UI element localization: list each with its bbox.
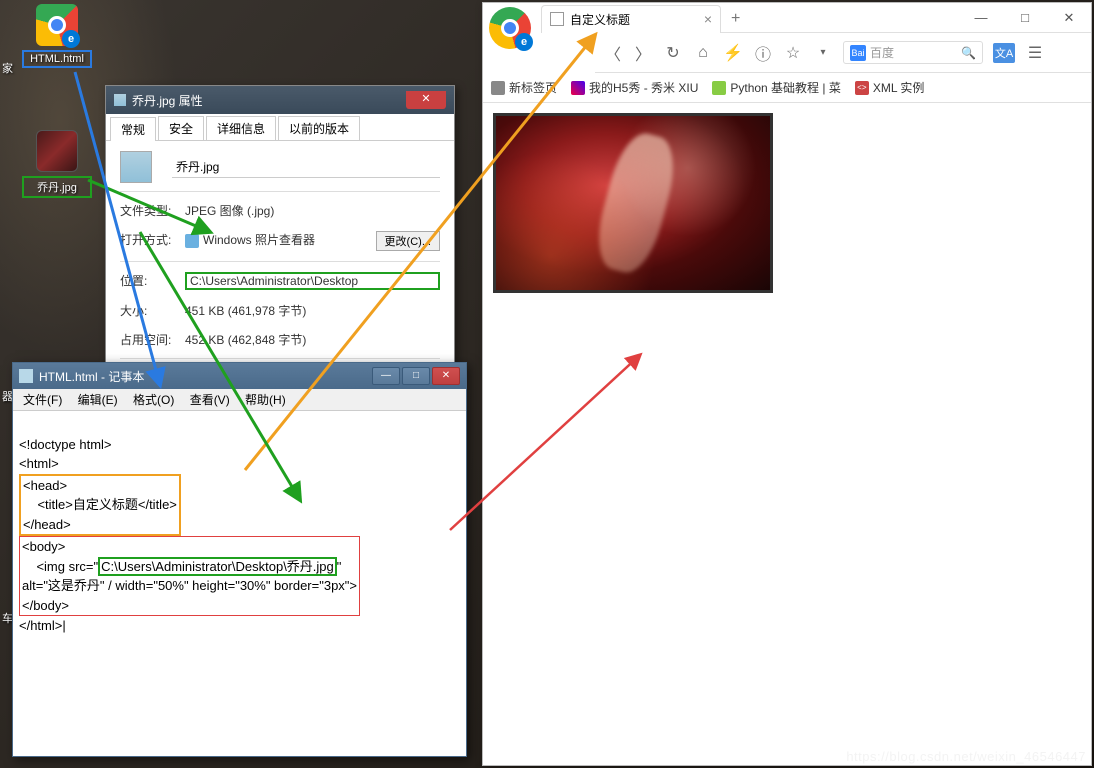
close-button[interactable]: ✕ [1047,4,1091,32]
home-icon[interactable]: ⌂ [693,43,713,63]
menu-icon[interactable]: ☰ [1025,43,1045,63]
desktop-icon-jpg-file[interactable]: 乔丹.jpg [22,130,92,198]
tab-previous[interactable]: 以前的版本 [278,116,360,140]
menu-help[interactable]: 帮助(H) [239,391,292,409]
disk-label: 占用空间: [120,331,185,348]
notepad-window: HTML.html - 记事本 — □ ✕ 文件(F) 编辑(E) 格式(O) … [12,362,467,757]
html-file-label: HTML.html [22,50,92,68]
compat-icon[interactable]: ⚡ [723,43,743,63]
chrome-icon: e [36,4,78,46]
tab-general[interactable]: 常规 [110,117,156,141]
properties-title: 乔丹.jpg 属性 [132,92,203,109]
xml-icon: <> [855,81,869,95]
baidu-icon: Bai [850,45,866,61]
watermark-text: https://blog.csdn.net/weixin_46546447 [846,749,1086,764]
bookmark-new-tab[interactable]: 新标签页 [491,79,557,96]
forward-icon[interactable]: 〉 [633,43,653,63]
rendered-page-image [493,113,773,293]
close-button[interactable]: ✕ [406,91,446,109]
browser-viewport [483,103,1091,303]
menu-edit[interactable]: 编辑(E) [72,391,124,409]
bookmark-h5[interactable]: 我的H5秀 - 秀米 XIU [571,79,698,96]
close-button[interactable]: ✕ [432,367,460,385]
tab-close-icon[interactable]: × [704,11,712,27]
file-icon [114,94,126,106]
menu-format[interactable]: 格式(O) [127,391,180,409]
opens-value: Windows 照片查看器 [185,231,376,251]
filetype-value: JPEG 图像 (.jpg) [185,202,440,219]
bookmark-python[interactable]: Python 基础教程 | 菜 [712,79,840,96]
change-button[interactable]: 更改(C)... [376,231,440,251]
page-icon [491,81,505,95]
opens-label: 打开方式: [120,231,185,251]
jpg-file-label: 乔丹.jpg [22,176,92,198]
menu-view[interactable]: 查看(V) [184,391,236,409]
minimize-button[interactable]: — [372,367,400,385]
back-icon[interactable]: 〈 [603,43,623,63]
translate-icon[interactable]: 文A [993,43,1015,63]
size-value: 451 KB (461,978 字节) [185,302,440,319]
maximize-button[interactable]: □ [1003,4,1047,32]
location-value: C:\Users\Administrator\Desktop [185,272,440,290]
tab-details[interactable]: 详细信息 [206,116,276,140]
tab-title: 自定义标题 [570,11,630,28]
browser-window: e 自定义标题 × + — □ ✕ 〈 [482,2,1092,766]
browser-logo: e [489,7,535,53]
filetype-label: 文件类型: [120,202,185,219]
desktop-label-home: 家 [2,60,13,76]
properties-tabs: 常规 安全 详细信息 以前的版本 [106,114,454,141]
new-tab-button[interactable]: + [721,10,750,28]
properties-titlebar[interactable]: 乔丹.jpg 属性 ✕ [106,86,454,114]
edge-badge-icon: e [62,30,80,48]
notepad-menubar: 文件(F) 编辑(E) 格式(O) 查看(V) 帮助(H) [13,389,466,411]
notepad-title: HTML.html - 记事本 [39,368,144,385]
location-label: 位置: [120,272,185,290]
tab-security[interactable]: 安全 [158,116,204,140]
minimize-button[interactable]: — [959,4,1003,32]
notepad-titlebar[interactable]: HTML.html - 记事本 — □ ✕ [13,363,466,389]
menu-file[interactable]: 文件(F) [17,391,68,409]
desktop-icon-html-file[interactable]: e HTML.html [22,4,92,68]
search-icon[interactable]: 🔍 [961,46,976,60]
bookmark-xml[interactable]: <>XML 实例 [855,79,925,96]
xiumi-icon [571,81,585,95]
info-icon[interactable]: ⓘ [753,43,773,63]
search-input[interactable]: Bai 百度 🔍 [843,41,983,64]
page-icon [550,12,564,26]
reload-icon[interactable]: ↻ [663,43,683,63]
app-icon [185,234,199,248]
browser-titlebar[interactable]: 自定义标题 × + — □ ✕ [541,3,1091,33]
bookmarks-bar: 新标签页 我的H5秀 - 秀米 XIU Python 基础教程 | 菜 <>XM… [483,73,1091,103]
browser-toolbar: 〈 〉 ↻ ⌂ ⚡ ⓘ ☆ ▾ Bai 百度 🔍 文A ☰ [595,33,1091,73]
search-placeholder: 百度 [870,44,894,61]
star-icon[interactable]: ☆ [783,43,803,63]
runoob-icon [712,81,726,95]
filename-input[interactable]: 乔丹.jpg [172,156,440,178]
maximize-button[interactable]: □ [402,367,430,385]
disk-value: 452 KB (462,848 字节) [185,331,440,348]
notepad-icon [19,369,33,383]
file-type-icon [120,151,152,183]
notepad-text-area[interactable]: <!doctype html><html><head> <title>自定义标题… [13,411,466,640]
dropdown-icon[interactable]: ▾ [813,43,833,63]
jpg-thumbnail-icon [36,130,78,172]
size-label: 大小: [120,302,185,319]
browser-tab[interactable]: 自定义标题 × [541,5,721,33]
